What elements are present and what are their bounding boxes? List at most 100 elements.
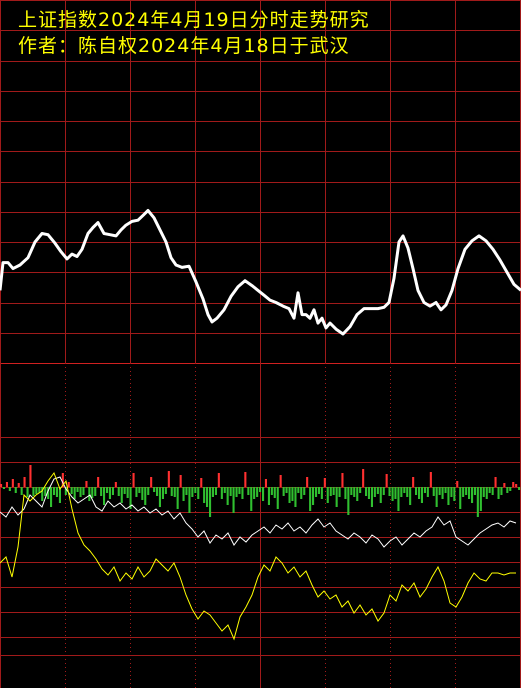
bar-up [279,475,282,487]
bar-down [182,487,185,501]
bar-down [282,487,285,496]
bar-down [211,487,214,497]
bar-down [153,487,156,492]
bar-up [179,475,182,487]
bar-up [17,483,20,487]
bar-down [379,487,382,503]
bar-up [494,477,497,487]
bar-up [29,465,32,487]
bar-down [238,487,241,494]
bar-down [259,487,262,492]
bar-down [229,487,232,496]
bar-down [294,487,297,507]
bar-down [32,487,35,496]
bar-down [459,487,462,509]
bar-down [232,487,235,513]
bar-down [82,487,85,495]
bar-up [512,482,515,487]
bar-down [70,487,73,494]
bar-down [356,487,359,501]
bar-down [55,487,58,497]
bar-down [173,487,176,497]
bar-up [412,477,415,487]
bar-up [429,472,432,487]
bar-up [85,481,88,487]
bar-down [100,487,103,496]
bar-down [367,487,370,499]
bar-down [209,487,212,517]
bar-down [350,487,353,495]
bar-down [303,487,306,495]
bar-down [73,487,76,499]
bar-down [170,487,173,496]
bar-down [79,487,82,497]
bar-up [0,484,3,487]
bar-up [341,473,344,487]
chart-author: 作者：陈自权2024年4月18日于武汉 [18,35,350,57]
bar-up [67,482,70,487]
bar-down [509,487,512,491]
bar-down [315,487,318,497]
bar-down [288,487,291,503]
bar-up [362,469,365,487]
bar-up [217,473,220,487]
bar-down [156,487,159,496]
bar-down [344,487,347,499]
bar-down [103,487,106,505]
bar-down [203,487,206,503]
bar-down [123,487,126,494]
bar-down [214,487,217,495]
bar-down [332,487,335,495]
bar-down [241,487,244,499]
bar-down [135,487,138,497]
bar-down [126,487,129,498]
bar-down [468,487,471,499]
bar-down [435,487,438,507]
bar-down [450,487,453,497]
bar-down [317,487,320,494]
bar-down [394,487,397,499]
bar-down [309,487,312,511]
bar-down [329,487,332,496]
bar-down [273,487,276,498]
bar-down [491,487,494,495]
bar-down [267,487,270,505]
bar-down [479,487,482,511]
bar-down [432,487,435,496]
bar-down [403,487,406,493]
bar-down [485,487,488,499]
bar-down [406,487,409,497]
bar-up [200,478,203,487]
bar-down [250,487,253,511]
bar-down [506,487,509,493]
bar-down [370,487,373,507]
bar-down [76,487,79,492]
bar-down [158,487,161,507]
bar-down [226,487,229,505]
bar-down [382,487,385,495]
bar-down [35,487,38,494]
bar-down [144,487,147,505]
bar-up [132,473,135,487]
bar-down [44,487,47,496]
bar-down [91,487,94,498]
bar-down [312,487,315,505]
bar-down [147,487,150,495]
bar-down [438,487,441,495]
bar-down [185,487,188,495]
bar-down [476,487,479,517]
bar-down [465,487,468,495]
bar-down [353,487,356,497]
bar-down [108,487,111,499]
bar-down [270,487,273,495]
bar-down [335,487,338,507]
bar-down [462,487,465,497]
bar-down [276,487,279,509]
bar-down [106,487,109,493]
bar-down [409,487,412,505]
chart-title: 上证指数2024年4月19日分时走势研究 [18,9,370,31]
bar-down [373,487,376,497]
bar-down [441,487,444,499]
bar-down [376,487,379,494]
bar-down [326,487,329,503]
